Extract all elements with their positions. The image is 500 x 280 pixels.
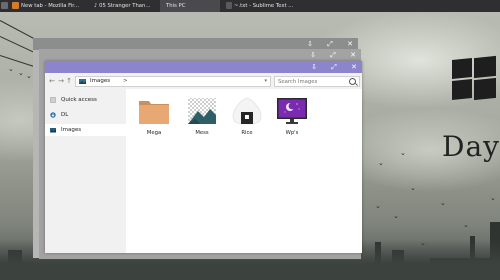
sublime-icon — [226, 2, 232, 9]
up-button[interactable]: ↑ — [64, 76, 74, 86]
file-item-mega[interactable]: Mega — [134, 97, 174, 137]
bird-silhouette: ⌄ — [378, 159, 384, 167]
taskbar-item-label: 05 Stranger Than... — [99, 3, 151, 9]
maximize-icon[interactable]: ⤢ — [329, 51, 337, 60]
taskbar: New tab - Mozilla Fir... ♪ 05 Stranger T… — [0, 0, 500, 12]
bird-silhouette: ⌄ — [440, 199, 446, 207]
taskbar-item-label: This PC — [166, 3, 186, 9]
chevron-down-icon[interactable]: ▾ — [264, 77, 267, 86]
sidebar-item-images[interactable]: Images — [45, 124, 126, 136]
bird-silhouette: ⌄ — [490, 194, 496, 202]
search-input[interactable] — [278, 77, 344, 86]
bird-silhouette: ⌄ — [400, 149, 406, 157]
close-icon[interactable]: ✕ — [349, 51, 357, 59]
folder-icon — [139, 101, 169, 124]
address-bar[interactable]: Images > ▾ ↻ — [75, 76, 280, 87]
app-icon — [1, 2, 8, 9]
minimize-icon[interactable]: ⇩ — [309, 51, 317, 59]
sidebar-item-label: DL — [61, 112, 69, 118]
download-icon — [50, 112, 56, 118]
file-list: Mega Mess Rice Wp's — [126, 89, 362, 253]
taskbar-item-firefox[interactable]: New tab - Mozilla Fir... — [12, 0, 100, 12]
breadcrumb[interactable]: Images — [90, 77, 110, 86]
bird-silhouette: ⌄ — [26, 72, 32, 80]
close-icon[interactable]: ✕ — [350, 63, 358, 71]
music-note-icon: ♪ — [94, 3, 98, 9]
rice-ball-icon — [232, 97, 262, 125]
bird-silhouette: ⌄ — [463, 221, 469, 229]
bird-silhouette: ⌄ — [375, 202, 381, 210]
taskbar-item-music[interactable]: ♪ 05 Stranger Than... — [94, 0, 156, 12]
windows-logo-icon — [452, 55, 496, 101]
navigation-bar: ← → ↑ Images > ▾ ↻ — [45, 73, 362, 89]
clock-widget-text: Day — [442, 130, 500, 163]
file-item-label: Mess — [195, 130, 209, 136]
search-icon[interactable] — [349, 78, 356, 85]
taskbar-start-button[interactable] — [0, 0, 8, 12]
window-titlebar[interactable]: ⇩ ⤢ ✕ — [39, 49, 361, 61]
sidebar-item-quick-access[interactable]: Quick access — [45, 94, 126, 106]
minimize-icon[interactable]: ⇩ — [306, 40, 314, 48]
sidebar-item-dl[interactable]: DL — [45, 109, 126, 121]
sidebar-item-label: Quick access — [61, 97, 97, 103]
sidebar-item-label: Images — [61, 127, 82, 133]
minimize-icon[interactable]: ⇩ — [310, 63, 318, 71]
taskbar-item-label: New tab - Mozilla Fir... — [21, 3, 80, 9]
bird-silhouette: ⌄ — [410, 184, 416, 192]
bird-silhouette: ⌄ — [18, 69, 24, 77]
bird-silhouette: ⌄ — [8, 65, 14, 73]
image-icon — [50, 128, 56, 133]
firefox-icon — [12, 2, 19, 9]
bird-silhouette: ⌄ — [393, 212, 399, 220]
file-item-label: Wp's — [285, 130, 299, 136]
mountain-image-icon — [188, 98, 216, 124]
file-item-label: Rice — [241, 130, 253, 136]
monitor-wallpaper-icon — [277, 98, 307, 124]
close-icon[interactable]: ✕ — [346, 40, 354, 48]
star-icon — [50, 97, 56, 103]
taskbar-item-this-pc[interactable]: This PC — [160, 0, 220, 12]
file-item-rice[interactable]: Rice — [227, 97, 267, 137]
file-item-mess[interactable]: Mess — [182, 97, 222, 137]
image-folder-icon — [79, 79, 86, 84]
search-box[interactable] — [274, 76, 360, 87]
taskbar-item-sublime[interactable]: ~.txt - Sublime Text ... — [226, 0, 316, 12]
file-explorer-window[interactable]: ⇩ ⤢ ✕ ← → ↑ Images > ▾ ↻ Quick — [45, 61, 362, 253]
maximize-icon[interactable]: ⤢ — [326, 40, 334, 49]
maximize-icon[interactable]: ⤢ — [330, 63, 338, 72]
file-item-label: Mega — [146, 130, 162, 136]
file-item-wps[interactable]: Wp's — [272, 97, 312, 137]
taskbar-item-label: ~.txt - Sublime Text ... — [234, 3, 294, 9]
window-titlebar[interactable]: ⇩ ⤢ ✕ — [45, 61, 362, 73]
breadcrumb-separator[interactable]: > — [123, 77, 128, 86]
navigation-pane: Quick access DL Images — [45, 89, 126, 253]
